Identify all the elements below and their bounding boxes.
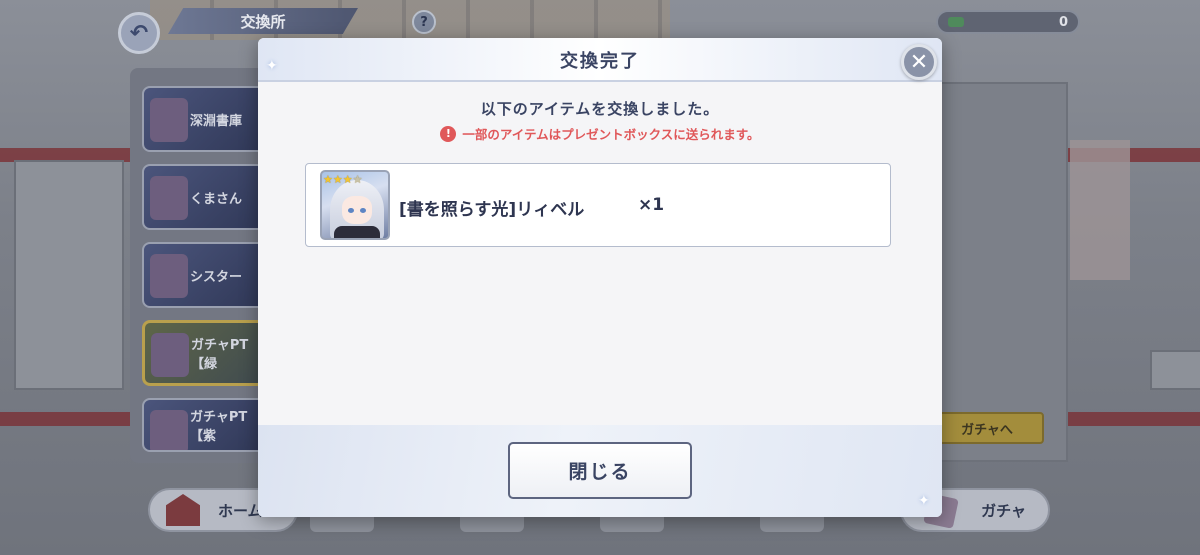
character-portrait: ★ ★ ★ ★ [320, 170, 390, 240]
list-item-label: 深淵書庫 [190, 113, 243, 129]
star-icon: ★ [323, 173, 333, 186]
item-thumbnail [150, 176, 188, 220]
currency-value: 0 [1058, 14, 1068, 30]
nav-gacha-label: ガチャ [981, 501, 1026, 520]
warning-text: 一部のアイテムはプレゼントボックスに送られます。 [462, 127, 760, 142]
exchange-list-item[interactable]: シスター [142, 242, 272, 308]
back-arrow-icon: ↶ [129, 20, 149, 46]
item-thumbnail [151, 333, 189, 377]
item-thumbnail [150, 410, 188, 450]
close-x-button[interactable]: ✕ [901, 44, 937, 80]
star-icon: ★ [352, 173, 363, 186]
reward-item-row: ★ ★ ★ ★ [書を照らす光]リィベル ×1 [305, 163, 891, 247]
dialog-header: ✦ 交換完了 [258, 38, 942, 82]
page-title: 交換所 [168, 8, 358, 34]
star-icon: ★ [342, 173, 353, 186]
reward-quantity: ×1 [638, 195, 665, 215]
exchange-list-item[interactable]: 深淵書庫 [142, 86, 272, 152]
star-icon: ★ [332, 173, 343, 186]
back-button[interactable]: ↶ [118, 12, 160, 54]
dialog-title: 交換完了 [560, 51, 640, 72]
item-detail-panel [940, 82, 1068, 462]
nav-home-label: ホーム [218, 501, 263, 520]
exchange-list-item[interactable]: くまさん [142, 164, 272, 230]
warning-icon: ! [440, 125, 457, 142]
exchange-complete-dialog: ✦ 交換完了 以下のアイテムを交換しました。 ! 一部のアイテムはプレゼントボッ… [258, 38, 942, 517]
exchange-list-item[interactable]: ガチャPT【紫 [142, 398, 272, 452]
list-item-label: くまさん [190, 191, 243, 207]
home-icon [166, 494, 200, 526]
wall-poster [1070, 140, 1130, 280]
close-icon: ✕ [909, 49, 929, 75]
close-dialog-button[interactable]: 閉じる [508, 442, 692, 499]
sparkle-icon: ✦ [266, 58, 278, 74]
present-box-warning: ! 一部のアイテムはプレゼントボックスに送られます。 [258, 124, 942, 143]
background-cabinet [14, 160, 124, 390]
go-to-gacha-button[interactable]: ガチャへ [930, 412, 1044, 444]
rarity-stars: ★ ★ ★ ★ [323, 173, 363, 186]
currency-display: 0 [936, 10, 1080, 34]
reward-name: [書を照らす光]リィベル [399, 200, 585, 220]
gem-icon [948, 17, 964, 27]
list-item-label: シスター [190, 269, 243, 285]
exchange-message: 以下のアイテムを交換しました。 [480, 100, 720, 118]
item-thumbnail [150, 254, 188, 298]
background-counter [1150, 350, 1200, 390]
help-button[interactable]: ? [412, 10, 436, 34]
sparkle-icon: ✦ [918, 493, 930, 509]
exchange-list-item-selected[interactable]: ガチャPT【緑 [142, 320, 272, 386]
item-thumbnail [150, 98, 188, 142]
